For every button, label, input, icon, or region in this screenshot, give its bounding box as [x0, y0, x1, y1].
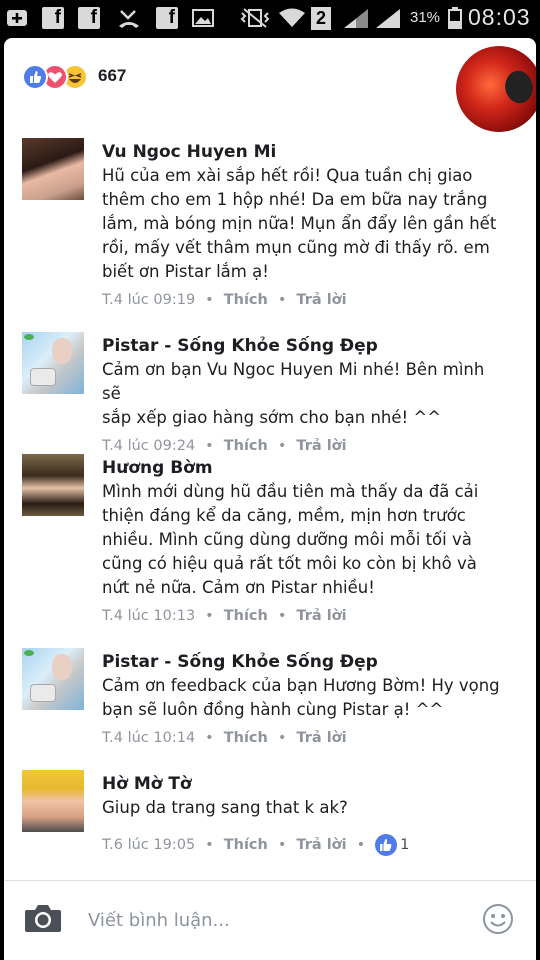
- clock: 08:03: [468, 4, 531, 30]
- wifi-icon: [278, 7, 306, 29]
- camera-icon[interactable]: [24, 903, 62, 933]
- butterfly-image: [498, 66, 536, 108]
- commenter-name[interactable]: Pistar - Sống Khỏe Sống Đẹp: [102, 334, 502, 358]
- avatar[interactable]: [22, 648, 84, 710]
- emoji-icon[interactable]: [482, 903, 514, 935]
- like-link[interactable]: Thích: [224, 436, 268, 456]
- like-icon: [22, 64, 48, 90]
- battery-percent: 31%: [410, 9, 441, 26]
- comment-meta: T.4 lúc 10:14 • Thích • Trả lời: [102, 728, 347, 748]
- comment-timestamp[interactable]: T.6 lúc 19:05: [102, 835, 195, 855]
- like-link[interactable]: Thích: [224, 835, 268, 855]
- comment-text: Cảm ơn feedback của bạn Hương Bờm! Hy vọ…: [102, 676, 500, 719]
- comment-timestamp[interactable]: T.4 lúc 10:13: [102, 606, 195, 626]
- comment-timestamp[interactable]: T.4 lúc 10:14: [102, 728, 195, 748]
- reply-link[interactable]: Trả lời: [296, 290, 346, 310]
- comment-input[interactable]: [88, 905, 468, 935]
- comment-timestamp[interactable]: T.4 lúc 09:19: [102, 290, 195, 310]
- facebook-notification-icon: f: [42, 7, 64, 29]
- gallery-icon: [192, 7, 214, 29]
- comment-meta: T.4 lúc 09:24 • Thích • Trả lời: [102, 436, 347, 456]
- avatar[interactable]: [22, 138, 84, 200]
- signal-icon: [374, 7, 402, 29]
- reaction-count: 667: [98, 66, 127, 85]
- comment-text: Hũ của em xài sắp hết rồi! Qua tuần chị …: [102, 166, 497, 281]
- commenter-name[interactable]: Vu Ngoc Huyen Mi: [102, 140, 502, 164]
- comment-meta: T.6 lúc 19:05 • Thích • Trả lời • 1: [102, 834, 502, 856]
- comment-composer: [4, 880, 536, 960]
- comments-panel: 667 Vu Ngoc Huyen Mi Hũ của em xài sắp h…: [4, 38, 536, 960]
- like-link[interactable]: Thích: [224, 290, 268, 310]
- comment-timestamp[interactable]: T.4 lúc 09:24: [102, 436, 195, 456]
- commenter-name[interactable]: Hương Bờm: [102, 456, 502, 480]
- missed-call-icon: [118, 7, 140, 29]
- reply-link[interactable]: Trả lời: [296, 728, 346, 748]
- comment-text: Mình mới dùng hũ đầu tiên mà thấy da đã …: [102, 482, 479, 597]
- commenter-name[interactable]: Hờ Mờ Tờ: [102, 772, 502, 796]
- add-notification-icon: [6, 7, 28, 29]
- facebook-notification-icon: f: [78, 7, 100, 29]
- page-avatar[interactable]: [456, 46, 536, 132]
- avatar[interactable]: [22, 770, 84, 832]
- reply-link[interactable]: Trả lời: [296, 835, 346, 855]
- sim-slot-indicator: 2: [311, 7, 331, 30]
- avatar[interactable]: [22, 332, 84, 394]
- like-reaction-icon[interactable]: [375, 834, 398, 856]
- facebook-notification-icon: f: [156, 7, 178, 29]
- like-link[interactable]: Thích: [224, 728, 268, 748]
- signal-icon: [342, 7, 370, 29]
- avatar[interactable]: [22, 454, 84, 516]
- like-link[interactable]: Thích: [224, 606, 268, 626]
- comment-text: Giup da trang sang that k ak?: [102, 798, 348, 817]
- battery-icon: [448, 7, 462, 30]
- vibrate-mute-icon: [240, 7, 270, 29]
- comment-meta: T.4 lúc 09:19 • Thích • Trả lời: [102, 290, 347, 310]
- comment-text: Cảm ơn bạn Vu Ngoc Huyen Mi nhé! Bên mìn…: [102, 360, 485, 427]
- reply-link[interactable]: Trả lời: [296, 436, 346, 456]
- reply-link[interactable]: Trả lời: [296, 606, 346, 626]
- commenter-name[interactable]: Pistar - Sống Khỏe Sống Đẹp: [102, 650, 502, 674]
- like-count: 1: [400, 837, 410, 853]
- status-bar: f f f 2 31% 08:03: [0, 0, 540, 36]
- comment-meta: T.4 lúc 10:13 • Thích • Trả lời: [102, 606, 347, 626]
